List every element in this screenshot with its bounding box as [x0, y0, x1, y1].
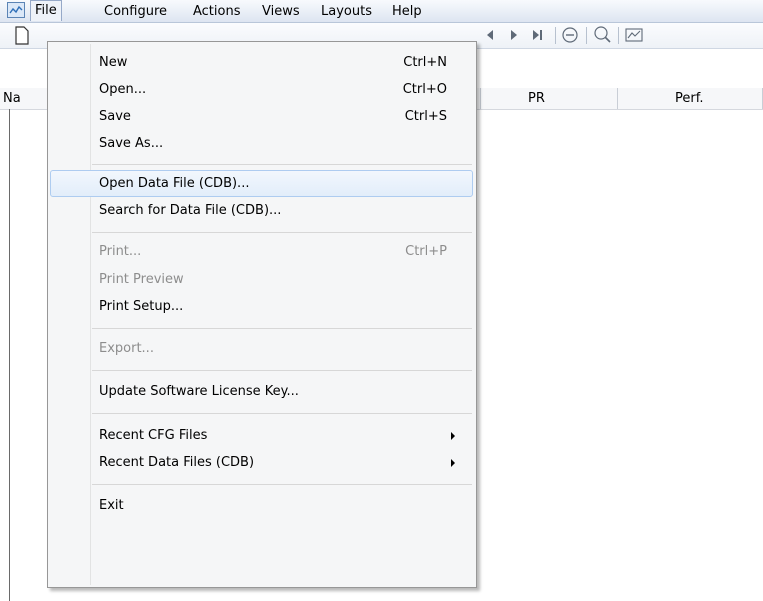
menu-file[interactable]: File — [30, 0, 62, 21]
menu-item-export[interactable]: Export... — [50, 335, 473, 362]
menu-item-print-setup[interactable]: Print Setup... — [50, 293, 473, 320]
menu-views[interactable]: Views — [262, 3, 300, 20]
app-chart-icon[interactable] — [7, 2, 25, 18]
menu-layouts[interactable]: Layouts — [321, 3, 372, 20]
submenu-arrow-icon — [451, 432, 455, 440]
stop-icon[interactable] — [561, 24, 579, 46]
menu-item-new[interactable]: New Ctrl+N — [50, 49, 473, 76]
file-menu-dropdown: New Ctrl+N Open... Ctrl+O Save Ctrl+S Sa… — [47, 41, 477, 588]
column-header-name[interactable]: Na — [3, 88, 21, 109]
menu-item-open-data-file[interactable]: Open Data File (CDB)... — [50, 170, 473, 197]
column-header-pr[interactable]: PR — [528, 88, 545, 109]
menu-item-print-preview[interactable]: Print Preview — [50, 266, 473, 293]
menu-item-update-license[interactable]: Update Software License Key... — [50, 378, 473, 405]
menu-help[interactable]: Help — [392, 3, 422, 20]
step-end-icon[interactable] — [530, 24, 546, 46]
menu-item-save[interactable]: Save Ctrl+S — [50, 103, 473, 130]
menu-bar: File Configure Actions Views Layouts Hel… — [0, 0, 763, 23]
menu-configure[interactable]: Configure — [104, 3, 167, 20]
menu-item-recent-data[interactable]: Recent Data Files (CDB) — [50, 449, 473, 476]
step-back-icon[interactable] — [483, 24, 497, 46]
new-document-icon[interactable] — [14, 24, 30, 46]
menu-item-search-data-file[interactable]: Search for Data File (CDB)... — [50, 197, 473, 224]
menu-item-print[interactable]: Print... Ctrl+P — [50, 238, 473, 265]
chart-icon[interactable] — [624, 24, 644, 46]
pane-divider — [9, 109, 10, 601]
column-header-perf[interactable]: Perf. — [675, 88, 703, 109]
menu-item-recent-cfg[interactable]: Recent CFG Files — [50, 422, 473, 449]
menu-item-open[interactable]: Open... Ctrl+O — [50, 76, 473, 103]
submenu-arrow-icon — [451, 459, 455, 467]
zoom-icon[interactable] — [593, 24, 613, 46]
menu-item-save-as[interactable]: Save As... — [50, 130, 473, 157]
menu-actions[interactable]: Actions — [193, 3, 241, 20]
play-icon[interactable] — [507, 24, 521, 46]
menu-item-exit[interactable]: Exit — [50, 492, 473, 519]
